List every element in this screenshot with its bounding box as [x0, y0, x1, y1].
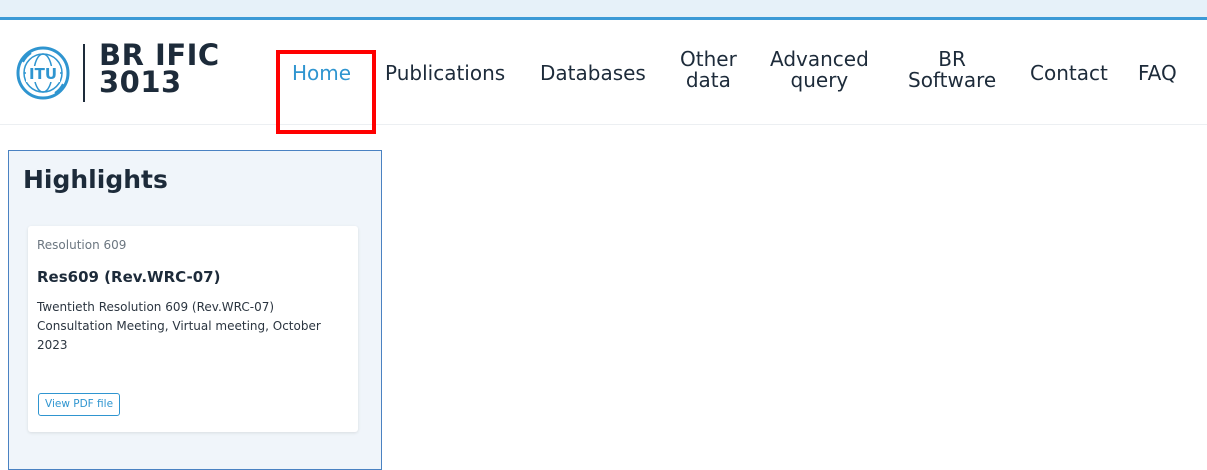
nav-contact-label: Contact: [1030, 61, 1108, 85]
itu-logo-icon[interactable]: ITU: [14, 44, 72, 102]
nav-databases[interactable]: Databases: [540, 63, 646, 84]
nav-advanced-query-line-2: query: [790, 68, 849, 92]
nav-advanced-query-line-1: Advanced: [770, 47, 869, 71]
highlights-title: Highlights: [23, 165, 168, 194]
top-band: [0, 0, 1207, 17]
nav-br-software-line-1: BR: [938, 47, 966, 71]
site-header: ITU BR IFIC 3013 Home Publications Datab…: [0, 20, 1207, 134]
nav-publications[interactable]: Publications: [385, 63, 505, 84]
nav-contact[interactable]: Contact: [1030, 63, 1108, 84]
view-pdf-button[interactable]: View PDF file: [38, 393, 121, 416]
brand-line-2: 3013: [99, 65, 182, 99]
nav-other-data[interactable]: Other data: [680, 49, 737, 91]
card-description: Twentieth Resolution 609 (Rev.WRC-07) Co…: [37, 300, 321, 352]
card-title[interactable]: Res609 (Rev.WRC-07): [37, 268, 220, 286]
nav-other-data-line-1: Other: [680, 47, 737, 71]
nav-publications-label: Publications: [385, 61, 506, 85]
svg-text:ITU: ITU: [29, 65, 57, 83]
nav-br-software[interactable]: BR Software: [908, 49, 996, 91]
nav-br-software-line-2: Software: [908, 68, 997, 92]
card-kicker: Resolution 609: [37, 238, 127, 252]
annotation-highlight-box: [276, 50, 376, 134]
nav-databases-label: Databases: [540, 61, 646, 85]
nav-faq[interactable]: FAQ: [1138, 63, 1177, 84]
logo-divider: [83, 44, 85, 102]
nav-faq-label: FAQ: [1138, 61, 1177, 85]
nav-other-data-line-2: data: [685, 68, 731, 92]
highlight-card: Resolution 609 Res609 (Rev.WRC-07) Twent…: [28, 226, 358, 432]
highlights-panel: Highlights Resolution 609 Res609 (Rev.WR…: [8, 150, 382, 470]
nav-advanced-query[interactable]: Advanced query: [770, 49, 869, 91]
brand-title[interactable]: BR IFIC 3013: [99, 41, 220, 99]
